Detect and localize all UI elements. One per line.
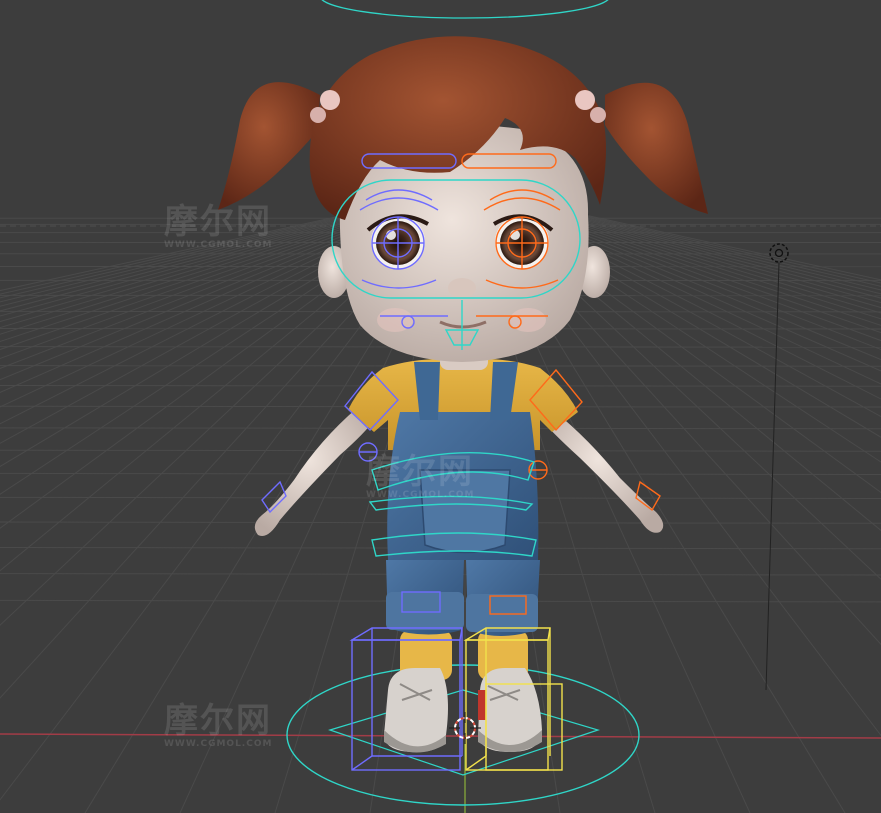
watermark: 摩尔网 WWW.CGMOL.COM	[366, 455, 474, 500]
watermark: 摩尔网 WWW.CGMOL.COM	[164, 205, 272, 250]
scene-canvas[interactable]	[0, 0, 881, 813]
camera-object-icon[interactable]	[769, 243, 789, 263]
watermark-url: WWW.CGMOL.COM	[164, 240, 273, 250]
grid-line	[560, 214, 881, 304]
watermark-title: 摩尔网	[366, 452, 474, 492]
watermark-title: 摩尔网	[164, 202, 272, 242]
watermark-url: WWW.CGMOL.COM	[366, 490, 475, 500]
root-control-top[interactable]	[320, 0, 610, 19]
watermark-url: WWW.CGMOL.COM	[164, 739, 273, 749]
watermark: 摩尔网 WWW.CGMOL.COM	[164, 704, 272, 749]
watermark-title: 摩尔网	[164, 701, 272, 741]
grid-line	[564, 214, 881, 299]
camera-line	[765, 261, 780, 691]
grid-line	[548, 214, 881, 320]
grid-line	[524, 214, 881, 372]
grid-line	[528, 214, 881, 361]
root-diamond-control[interactable]	[328, 689, 600, 776]
grid-line	[532, 214, 881, 351]
grid-line	[552, 214, 881, 314]
character-model[interactable]	[218, 36, 708, 806]
3d-viewport[interactable]: 摩尔网 WWW.CGMOL.COM 摩尔网 WWW.CGMOL.COM 摩尔网 …	[0, 0, 881, 813]
